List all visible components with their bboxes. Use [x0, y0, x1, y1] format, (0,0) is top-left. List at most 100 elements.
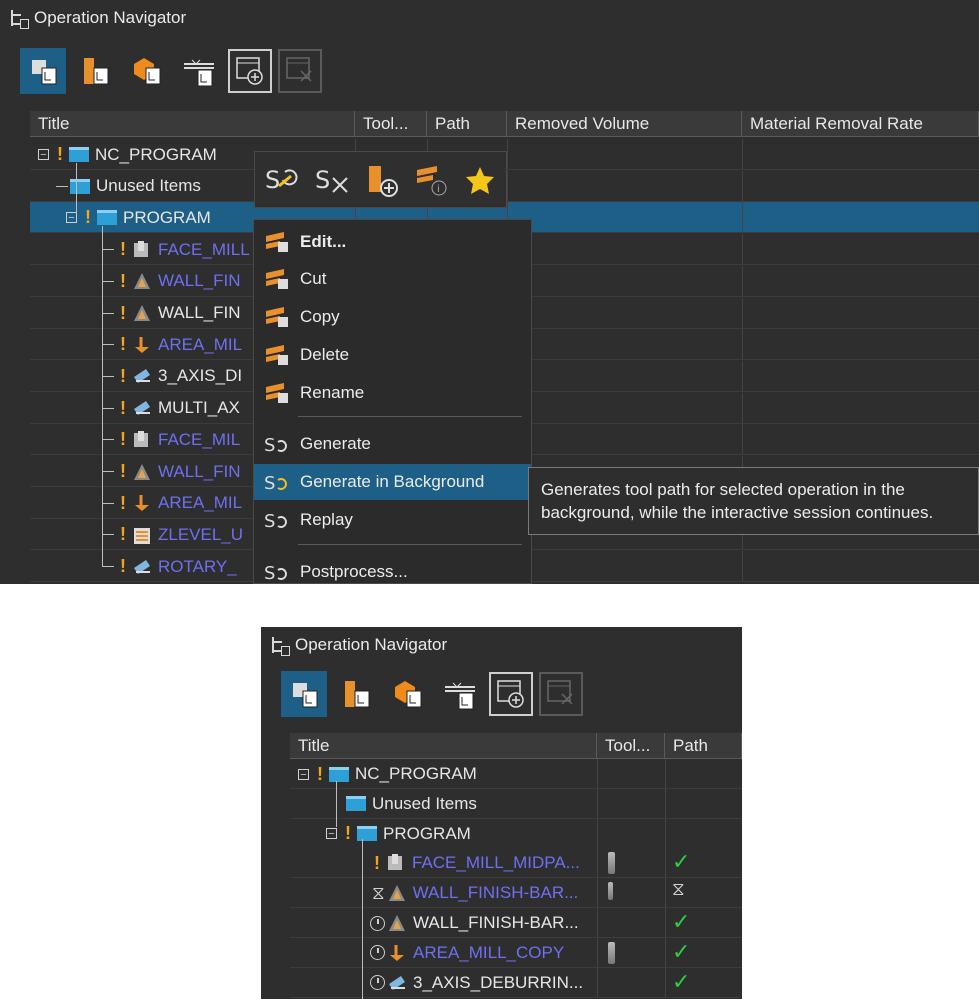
- tree-connector: [102, 375, 114, 377]
- menu-item-label: Postprocess...: [300, 562, 408, 581]
- tree-connector: [102, 249, 114, 251]
- machine-tool-view-button[interactable]: [72, 48, 118, 94]
- tree-row[interactable]: ! FACE_MILL_MIDPA... ✓: [290, 848, 742, 879]
- collapse-icon[interactable]: −: [38, 149, 49, 161]
- menu-item-delete[interactable]: Delete: [254, 337, 531, 373]
- column-header[interactable]: Tool...: [597, 733, 665, 759]
- column-header[interactable]: Path: [427, 111, 507, 137]
- tree-row[interactable]: −! PROGRAM: [290, 818, 742, 849]
- warning-exclamation-icon: !: [120, 461, 126, 481]
- machining-method-view-icon: [445, 682, 475, 710]
- column-divider: [665, 818, 666, 848]
- favorite-star-icon[interactable]: [463, 162, 497, 198]
- svg-text:S: S: [264, 511, 275, 532]
- column-header[interactable]: Material Removal Rate: [742, 111, 979, 137]
- mill-tool-icon: [608, 852, 615, 875]
- tree-row[interactable]: ⧖ WALL_FINISH-BAR... ⧖: [290, 878, 742, 909]
- operation-info-icon[interactable]: i: [413, 162, 453, 198]
- row-label: WALL_FIN: [158, 303, 241, 322]
- menu-item-cut[interactable]: Cut: [254, 261, 531, 297]
- program-order-view-icon: [32, 60, 57, 85]
- operation-navigator-panel-bottom: Operation Navigator Title Tool... Path −! NC…: [261, 627, 742, 999]
- hourglass-icon: ⧖: [372, 882, 385, 903]
- clock-icon: [370, 915, 385, 931]
- collapse-icon[interactable]: −: [66, 212, 77, 224]
- machine-tool-view-button[interactable]: [333, 671, 379, 717]
- svg-text:S: S: [264, 563, 275, 584]
- tooltip-line-2: background, while the interactive sessio…: [541, 503, 934, 522]
- menu-item-postprocess[interactable]: S Postprocess...: [254, 554, 531, 584]
- close-window-button[interactable]: [278, 49, 322, 93]
- column-divider: [665, 848, 666, 878]
- tree-connector: [102, 439, 114, 441]
- tree-row[interactable]: Unused Items: [290, 788, 742, 819]
- column-divider: [597, 759, 598, 788]
- operation-icon: [387, 974, 407, 992]
- column-header[interactable]: Title: [30, 111, 355, 137]
- delete-icon: [264, 343, 290, 367]
- mill-tool-icon: [608, 941, 615, 964]
- column-divider: [665, 937, 666, 967]
- menu-item-label: Delete: [300, 345, 350, 364]
- svg-text:S: S: [264, 435, 275, 456]
- wall-finish-icon: [132, 272, 152, 290]
- area-mill-icon: [132, 336, 152, 354]
- tree-connector: [56, 185, 68, 187]
- context-menu: Edit... Cut Copy Delete Rename S Generate S Gene…: [253, 219, 532, 584]
- machining-method-view-button[interactable]: [176, 48, 222, 94]
- menu-separator: [298, 416, 522, 417]
- collapse-icon[interactable]: −: [326, 828, 337, 840]
- warning-exclamation-icon: !: [120, 334, 126, 355]
- folder-icon: [346, 796, 366, 812]
- geometry-view-button[interactable]: [124, 48, 170, 94]
- menu-item-edit[interactable]: Edit...: [254, 224, 531, 260]
- path-generated-check-icon: ✓: [672, 938, 691, 964]
- menu-item-rename[interactable]: Rename: [254, 375, 531, 411]
- folder-icon: [70, 178, 90, 194]
- geometry-view-button[interactable]: [385, 671, 431, 717]
- warning-exclamation-icon: !: [120, 429, 126, 450]
- column-header[interactable]: Tool...: [355, 111, 427, 137]
- open-new-window-button[interactable]: [489, 672, 533, 716]
- column-header[interactable]: Path: [665, 733, 742, 759]
- menu-item-generate[interactable]: S Generate: [254, 426, 531, 462]
- delete-path-icon[interactable]: S: [313, 162, 353, 198]
- row-label: WALL_FINISH-BAR...: [412, 883, 579, 903]
- operation-icon: [387, 884, 407, 902]
- tree-row[interactable]: 3_AXIS_DEBURRIN... ✓: [290, 967, 742, 998]
- close-window-button[interactable]: [539, 672, 583, 716]
- create-operation-icon[interactable]: [363, 162, 403, 198]
- tree-row[interactable]: −! NC_PROGRAM: [290, 759, 742, 789]
- column-divider: [742, 551, 743, 582]
- warning-exclamation-icon: !: [120, 365, 126, 386]
- generate-icon[interactable]: S: [263, 162, 303, 198]
- geometry-view-icon: [134, 58, 161, 85]
- tree-connector: [102, 407, 114, 409]
- column-header[interactable]: Title: [290, 733, 597, 759]
- window-title: Operation Navigator: [34, 8, 187, 27]
- path-generated-check-icon: ✓: [672, 909, 691, 934]
- program-order-view-button[interactable]: [20, 48, 66, 94]
- machining-method-view-icon: [184, 59, 214, 87]
- column-divider: [665, 878, 666, 908]
- menu-item-label: Edit...: [300, 232, 347, 251]
- deburr-icon: [132, 367, 152, 385]
- collapse-icon[interactable]: −: [298, 768, 309, 780]
- open-new-window-button[interactable]: [228, 49, 272, 93]
- column-divider: [742, 360, 743, 391]
- menu-item-copy[interactable]: Copy: [254, 299, 531, 335]
- column-header[interactable]: Removed Volume: [507, 111, 742, 137]
- menu-item-generate-background[interactable]: S Generate in Background: [254, 464, 531, 500]
- tree-row[interactable]: AREA_MILL_COPY ✓: [290, 937, 742, 968]
- view-toolbar: [281, 671, 583, 717]
- navigator-titlebar: Operation Navigator: [10, 8, 187, 29]
- warning-exclamation-icon: !: [120, 524, 126, 545]
- tree-row[interactable]: WALL_FINISH-BAR... ✓: [290, 908, 742, 938]
- clock-icon: [370, 975, 385, 991]
- warning-exclamation-icon: !: [57, 144, 63, 164]
- row-label: FACE_MIL: [158, 429, 241, 449]
- program-order-view-button[interactable]: [281, 671, 327, 717]
- navigator-tree-icon: [271, 636, 290, 656]
- menu-item-replay[interactable]: S Replay: [254, 502, 531, 538]
- machining-method-view-button[interactable]: [437, 671, 483, 717]
